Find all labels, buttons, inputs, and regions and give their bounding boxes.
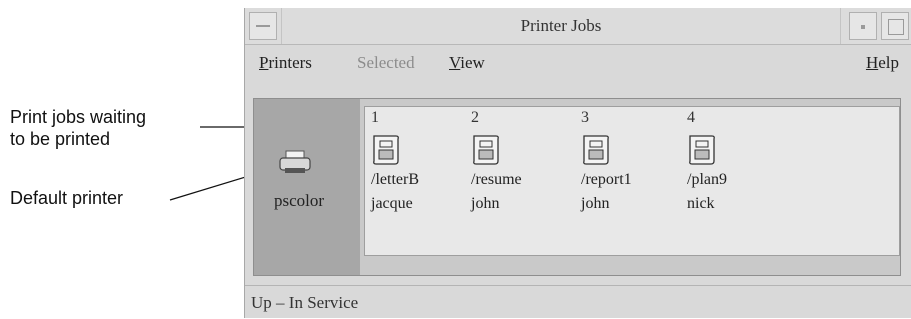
status-bar: Up – In Service [245,285,911,319]
job-owner: jacque [371,195,413,212]
print-job-1[interactable]: 1 /letterB jacque [365,107,475,255]
job-owner: john [581,195,610,212]
maximize-button[interactable] [881,12,909,40]
jobs-callout-line1: Print jobs waiting [10,107,147,127]
print-job-icon [373,135,399,165]
printer-name: pscolor [274,191,325,210]
queue-panel: pscolor 1 /letterB jacque 2 /resume john… [253,98,901,276]
print-job-icon [473,135,499,165]
job-owner: john [471,195,500,212]
job-file: /letterB [371,171,419,188]
jobs-callout: Print jobs waiting to be printed [10,106,146,150]
window-menu-button[interactable] [249,12,277,40]
job-file: /resume [471,171,522,188]
title-bar: Printer Jobs [245,8,911,45]
print-job-2[interactable]: 2 /resume john [465,107,575,255]
menu-bar: Printers Selected View Help [245,45,911,85]
maximize-icon [888,19,904,35]
menu-selected: Selected [357,53,415,72]
menu-help-label: elp [878,53,899,72]
job-owner: nick [687,195,715,212]
print-job-3[interactable]: 3 /report1 john [575,107,685,255]
job-list: 1 /letterB jacque 2 /resume john 3 /repo… [364,106,900,256]
job-file: /report1 [581,171,632,188]
menu-printers-label: rinters [268,53,312,72]
jobs-callout-line2: to be printed [10,129,111,149]
menu-view-label: iew [460,53,485,72]
menu-help[interactable]: Help [866,53,899,73]
minimize-button[interactable] [849,12,877,40]
job-number: 2 [471,109,479,126]
print-job-icon [689,135,715,165]
print-job-icon [583,135,609,165]
job-file: /plan9 [687,171,727,188]
menu-printers[interactable]: Printers [259,53,312,73]
printer-callout: Default printer [10,188,124,208]
menu-help-mnemonic: H [865,53,879,72]
menu-view-mnemonic: V [449,53,461,72]
printer-icon [279,150,311,173]
print-job-4[interactable]: 4 /plan9 nick [681,107,791,255]
menu-view[interactable]: View [449,53,485,73]
window-title: Printer Jobs [281,8,841,44]
window-menu-icon [256,25,270,27]
job-number: 4 [687,109,695,126]
status-text: Up – In Service [251,293,359,312]
default-printer[interactable]: pscolor [254,99,360,275]
minimize-icon [861,25,865,29]
job-number: 3 [581,109,589,126]
printer-jobs-window: Printer Jobs Printers Selected View Help… [244,8,911,318]
job-number: 1 [371,109,379,126]
